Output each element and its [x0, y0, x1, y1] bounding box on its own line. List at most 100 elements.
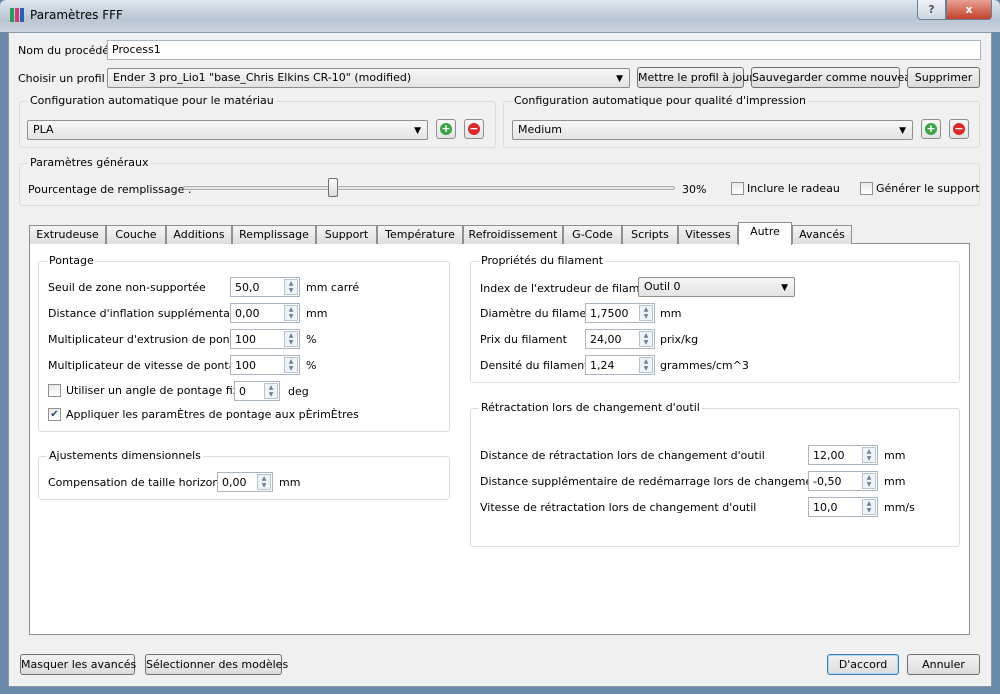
infill-slider-track[interactable]	[183, 186, 675, 190]
profile-value: Ender 3 pro_Lio1 "base_Chris Elkins CR-1…	[113, 71, 412, 84]
material-select[interactable]: PLA ▼	[27, 120, 428, 140]
minus-icon: −	[953, 122, 965, 135]
spin-arrows-icon[interactable]: ▲ ▼	[639, 357, 653, 373]
field-value: 100	[235, 359, 256, 372]
spin-arrows-icon[interactable]: ▲ ▼	[257, 474, 271, 490]
apply-perimeters-checkbox[interactable]: ✔	[48, 408, 61, 421]
ok-button[interactable]: D'accord	[827, 654, 899, 675]
distance-supplementaire-de-redemarrage-lors-de-changement-d-outil-spinbox[interactable]: -0,50 ▲ ▼	[808, 471, 878, 491]
tab-support[interactable]: Support	[316, 225, 377, 244]
field-label: Densité du filament	[480, 359, 589, 372]
delete-profile-button[interactable]: Supprimer	[907, 67, 980, 88]
diametre-du-filament-spinbox[interactable]: 1,7500 ▲ ▼	[585, 303, 655, 323]
seuil-de-zone-non-supportee-spinbox[interactable]: 50,0 ▲ ▼	[230, 277, 300, 297]
field-label: Multiplicateur d'extrusion de pontage	[48, 333, 255, 346]
tab-g-code[interactable]: G-Code	[563, 225, 622, 244]
tab-extrudeuse[interactable]: Extrudeuse	[29, 225, 106, 244]
spin-arrows-icon[interactable]: ▲ ▼	[264, 383, 278, 399]
chevron-down-icon: ▼	[899, 126, 906, 136]
field-value: 0,00	[235, 307, 260, 320]
densite-du-filament-spinbox[interactable]: 1,24 ▲ ▼	[585, 355, 655, 375]
plus-icon: +	[925, 122, 937, 135]
field-value: 100	[235, 333, 256, 346]
process-name-input[interactable]: Process1	[107, 40, 981, 60]
horizontal-compensation-spinbox[interactable]: 0,00 ▲ ▼	[217, 472, 273, 492]
chevron-down-icon: ▼	[616, 74, 623, 84]
field-value: 1,24	[590, 359, 615, 372]
fixed-angle-spinbox[interactable]: 0 ▲ ▼	[234, 381, 280, 401]
bridging-group-title: Pontage	[47, 254, 96, 267]
field-value: 10,0	[813, 501, 838, 514]
spin-arrows-icon[interactable]: ▲ ▼	[284, 357, 298, 373]
infill-slider-handle[interactable]	[327, 178, 338, 197]
cancel-button[interactable]: Annuler	[907, 654, 980, 675]
field-label: Distance de rétractation lors de changem…	[480, 449, 765, 462]
support-checkbox[interactable]	[860, 182, 873, 195]
remove-quality-button[interactable]: −	[949, 119, 969, 139]
tab-temperature[interactable]: Température	[377, 225, 463, 244]
fixed-angle-checkbox[interactable]	[48, 384, 61, 397]
multiplicateur-de-vitesse-de-pontage-spinbox[interactable]: 100 ▲ ▼	[230, 355, 300, 375]
multiplicateur-d-extrusion-de-pontage-spinbox[interactable]: 100 ▲ ▼	[230, 329, 300, 349]
field-unit: %	[306, 333, 317, 346]
spin-arrows-icon[interactable]: ▲ ▼	[862, 473, 876, 489]
distance-d-inflation-supplementaire-spinbox[interactable]: 0,00 ▲ ▼	[230, 303, 300, 323]
add-material-button[interactable]: +	[436, 119, 456, 139]
extruder-index-label: Index de l'extrudeur de filament	[480, 282, 658, 295]
quality-value: Medium	[518, 123, 562, 136]
extruder-index-value: Outil 0	[644, 280, 681, 293]
field-unit: grammes/cm^3	[660, 359, 749, 372]
tab-scripts[interactable]: Scripts	[622, 225, 678, 244]
spin-arrows-icon[interactable]: ▲ ▼	[284, 279, 298, 295]
field-value: 12,00	[813, 449, 845, 462]
tab-autre[interactable]: Autre	[738, 222, 792, 245]
field-label: Vitesse de rétractation lors de changeme…	[480, 501, 757, 514]
infill-label: Pourcentage de remplissage :	[28, 183, 192, 196]
fixed-angle-value: 0	[239, 385, 246, 398]
field-label: Multiplicateur de vitesse de pontage	[48, 359, 250, 372]
field-label: Distance supplémentaire de redémarrage l…	[480, 475, 862, 488]
tab-refroidissement[interactable]: Refroidissement	[463, 225, 563, 244]
tab-avances[interactable]: Avancés	[792, 225, 852, 244]
spin-arrows-icon[interactable]: ▲ ▼	[862, 447, 876, 463]
vitesse-de-retractation-lors-de-changement-d-outil-spinbox[interactable]: 10,0 ▲ ▼	[808, 497, 878, 517]
hide-advanced-button[interactable]: Masquer les avancés	[20, 654, 136, 675]
window-title: Paramètres FFF	[30, 8, 123, 22]
save-as-new-button[interactable]: Sauvegarder comme nouveau	[751, 67, 918, 88]
update-profile-button[interactable]: Mettre le profil à jour	[637, 67, 754, 88]
field-unit: %	[306, 359, 317, 372]
spin-arrows-icon[interactable]: ▲ ▼	[284, 305, 298, 321]
field-value: 50,0	[235, 281, 260, 294]
spin-arrows-icon[interactable]: ▲ ▼	[862, 499, 876, 515]
profile-select[interactable]: Ender 3 pro_Lio1 "base_Chris Elkins CR-1…	[107, 68, 630, 88]
chevron-down-icon: ▼	[414, 126, 421, 136]
process-name-label: Nom du procédé :	[18, 44, 117, 57]
distance-de-retractation-lors-de-changement-d-outil-spinbox[interactable]: 12,00 ▲ ▼	[808, 445, 878, 465]
spin-arrows-icon[interactable]: ▲ ▼	[639, 305, 653, 321]
field-label: Distance d'inflation supplémentaire	[48, 307, 244, 320]
spin-arrows-icon[interactable]: ▲ ▼	[639, 331, 653, 347]
infill-value: 30%	[682, 183, 707, 196]
raft-checkbox[interactable]	[731, 182, 744, 195]
tab-additions[interactable]: Additions	[166, 225, 232, 244]
quality-select[interactable]: Medium ▼	[512, 120, 913, 140]
support-label: Générer le support	[876, 182, 980, 195]
tab-remplissage[interactable]: Remplissage	[232, 225, 316, 244]
help-button[interactable]: ?	[917, 0, 946, 20]
spin-arrows-icon[interactable]: ▲ ▼	[284, 331, 298, 347]
quality-group-title: Configuration automatique pour qualité d…	[512, 94, 809, 107]
minus-icon: −	[468, 122, 480, 135]
extruder-index-select[interactable]: Outil 0 ▼	[638, 277, 795, 297]
add-quality-button[interactable]: +	[921, 119, 941, 139]
prix-du-filament-spinbox[interactable]: 24,00 ▲ ▼	[585, 329, 655, 349]
field-unit: mm	[884, 475, 906, 488]
field-value: 24,00	[590, 333, 622, 346]
retraction-group-title: Rétractation lors de changement d'outil	[479, 401, 702, 414]
close-button[interactable]: x	[946, 0, 992, 20]
filament-group-title: Propriétés du filament	[479, 254, 606, 267]
tab-couche[interactable]: Couche	[106, 225, 166, 244]
select-models-button[interactable]: Sélectionner des modèles	[145, 654, 288, 675]
tab-vitesses[interactable]: Vitesses	[678, 225, 738, 244]
fixed-angle-unit: deg	[288, 385, 309, 398]
remove-material-button[interactable]: −	[464, 119, 484, 139]
